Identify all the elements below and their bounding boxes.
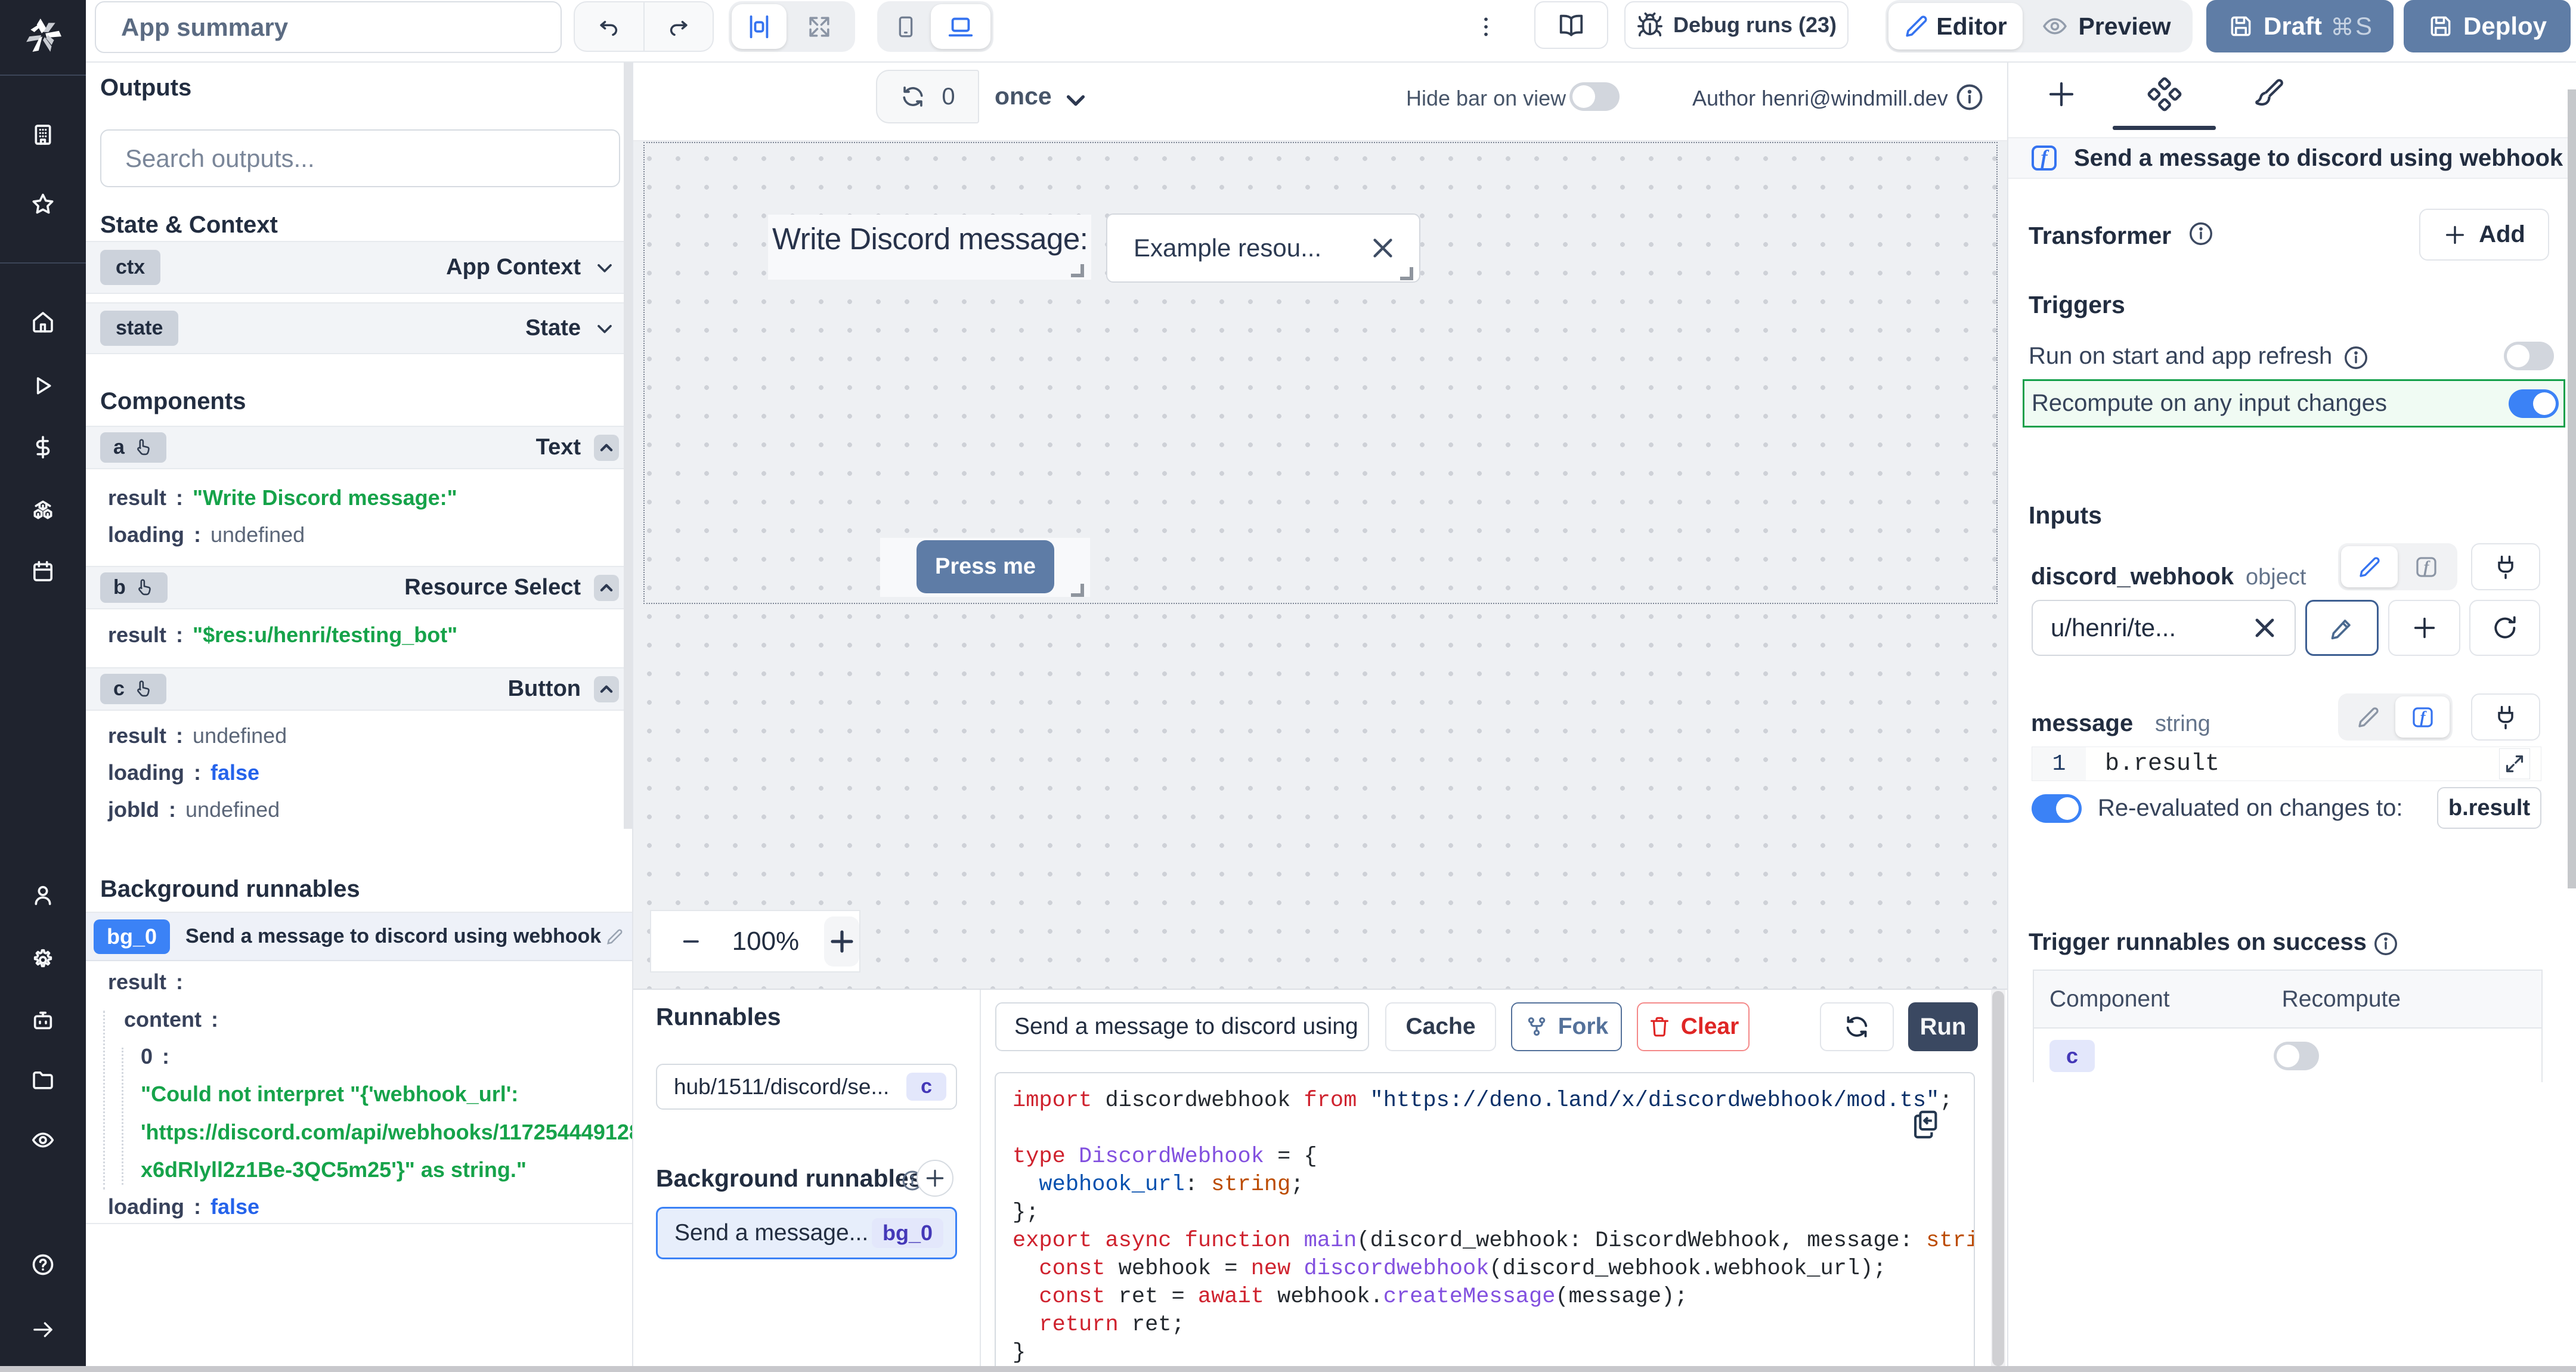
svg-text:f: f bbox=[2420, 707, 2427, 725]
svg-text:f: f bbox=[2423, 557, 2431, 575]
svg-text:f: f bbox=[2041, 147, 2049, 169]
